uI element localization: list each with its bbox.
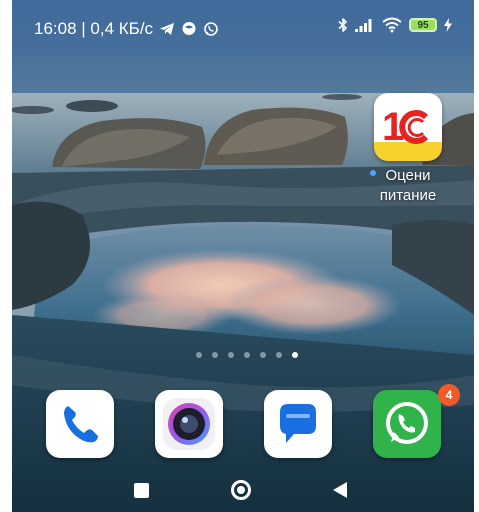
badge-count: 4: [445, 388, 453, 402]
chat-bubble-icon: [182, 22, 196, 35]
phone-icon: [64, 406, 98, 443]
home-button-center: [237, 486, 245, 494]
page-indicator[interactable]: [196, 352, 298, 358]
dock-whatsapp-app[interactable]: [373, 390, 441, 458]
camera-icon: [163, 398, 215, 450]
telegram-icon: [160, 23, 175, 35]
back-icon[interactable]: [332, 481, 348, 499]
notification-badge: 4: [438, 384, 460, 406]
wifi-icon: [382, 17, 402, 33]
dock-camera-app[interactable]: [155, 390, 223, 458]
1c-logo-icon: 1: [382, 105, 429, 149]
battery-level: 95: [417, 19, 429, 31]
app-1c-label[interactable]: Оцени питание: [364, 166, 452, 206]
messages-icon: [280, 404, 316, 443]
home-screen: 16:08 | 0,4 КБ/с 95 1 Оцени питание 4: [12, 0, 474, 512]
dock-messages-app[interactable]: [264, 390, 332, 458]
dock-phone-app[interactable]: [46, 390, 114, 458]
navigation-bar: [12, 470, 474, 512]
page-dot: [260, 352, 266, 358]
bluetooth-icon: [338, 18, 347, 32]
app-label-line2: питание: [379, 187, 437, 204]
signal-icon: [355, 19, 372, 32]
home-button[interactable]: [231, 480, 251, 500]
battery-icon: 95: [409, 18, 437, 32]
page-dot: [196, 352, 202, 358]
whatsapp-icon: [386, 402, 428, 444]
app-label-line1: Оцени: [385, 167, 431, 184]
page-dot: [244, 352, 250, 358]
charging-icon: [444, 18, 452, 32]
page-dot: [276, 352, 282, 358]
time-and-speed: 16:08 | 0,4 КБ/с: [34, 19, 154, 38]
page-dot: [228, 352, 234, 358]
status-left: 16:08 | 0,4 КБ/с: [34, 19, 219, 39]
page-dot-active: [292, 352, 298, 358]
page-dot: [212, 352, 218, 358]
app-1c-icon[interactable]: 1: [374, 93, 442, 161]
whatsapp-small-icon: [204, 22, 218, 36]
status-right: 95: [338, 17, 452, 33]
recents-button[interactable]: [134, 483, 149, 498]
status-bar: 16:08 | 0,4 КБ/с 95: [12, 0, 474, 55]
